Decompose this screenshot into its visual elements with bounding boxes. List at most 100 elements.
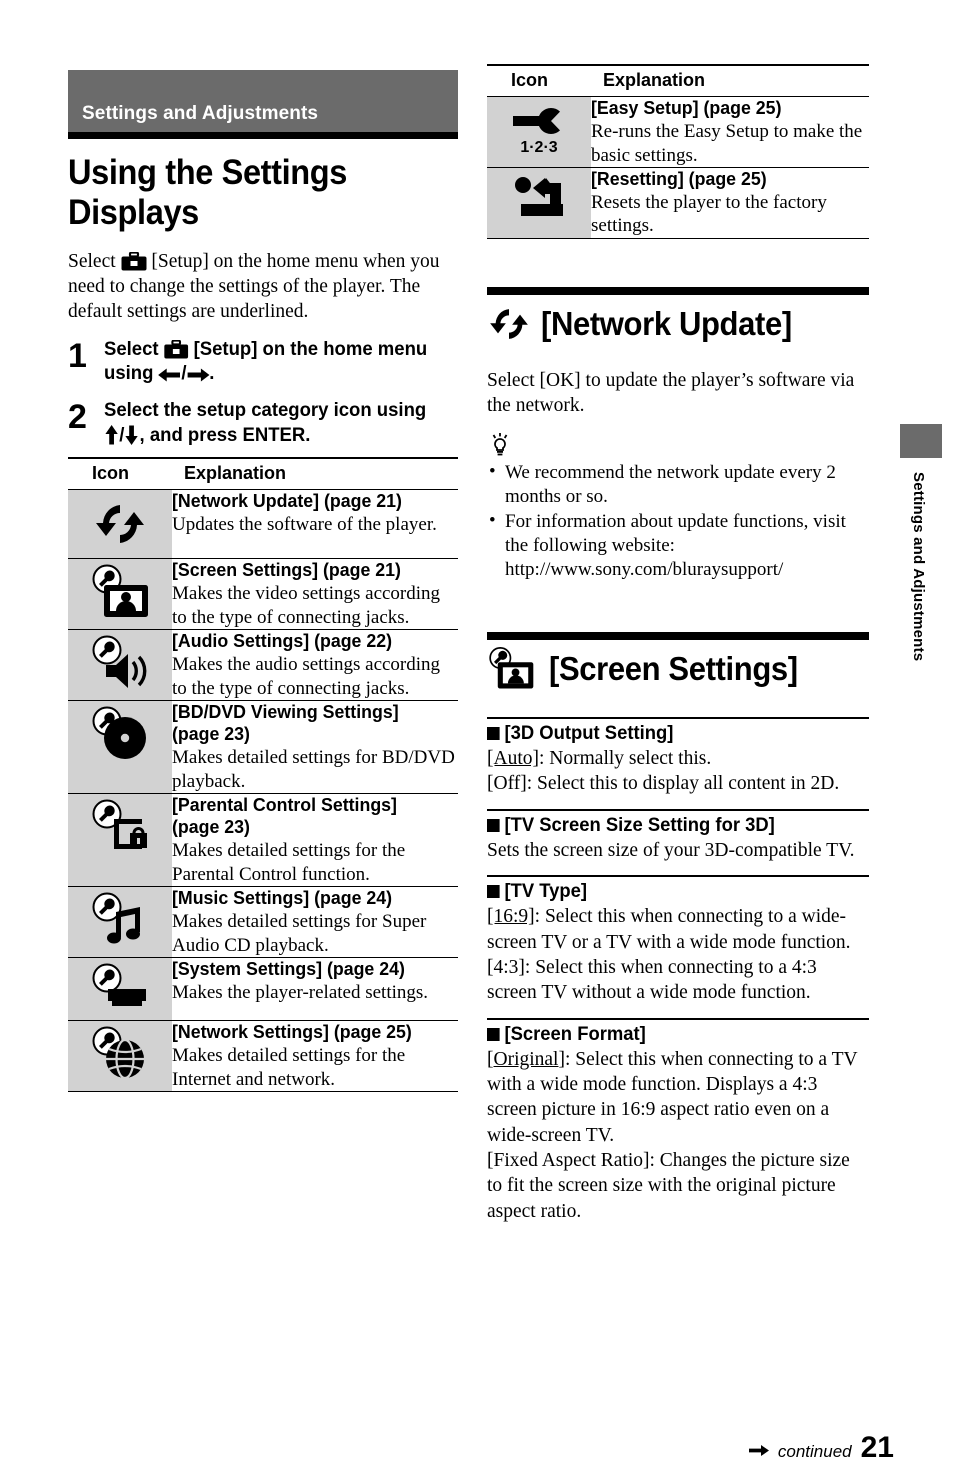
table-cell-explanation: [Screen Settings] (page 21) Makes the vi… — [172, 558, 458, 630]
chapter-banner: Settings and Adjustments — [68, 70, 458, 132]
table-cell-explanation: [Network Settings] (page 25) Makes detai… — [172, 1020, 458, 1092]
chapter-rule — [68, 132, 458, 139]
subsection-heading: [TV Type] — [487, 881, 858, 903]
tip-url: http://www.sony.com/bluraysupport/ — [505, 559, 784, 580]
page-footer: continued 21 — [748, 1431, 894, 1465]
page-number: 21 — [860, 1431, 894, 1464]
row-title: [Music Settings] (page 24) — [172, 887, 393, 909]
screen-settings-icon — [487, 647, 539, 691]
subsection-3d-output-setting: [3D Output Setting] [Auto]: Normally sel… — [487, 717, 869, 797]
table-cell-explanation: [Network Update] (page 21) Updates the s… — [172, 489, 458, 560]
easy-setup-icon: 1·2·3 — [487, 96, 591, 168]
column-header-icon: Icon — [487, 64, 591, 97]
arrow-right-icon — [187, 367, 210, 383]
subsection-tv-screen-size-setting-for-3d: [TV Screen Size Setting for 3D] Sets the… — [487, 808, 869, 863]
option-label: [Off] — [487, 773, 527, 795]
table-cell-explanation: [Resetting] (page 25) Resets the player … — [591, 167, 869, 239]
network-settings-icon — [68, 1020, 172, 1092]
bullet-square-icon — [487, 818, 500, 832]
subsection-title: [TV Type] — [504, 881, 588, 903]
parental-control-settings-icon — [68, 793, 172, 888]
setup-toolbox-icon — [121, 251, 147, 271]
section-rule — [487, 632, 869, 641]
network-update-section-heading: [Network Update] — [487, 286, 869, 346]
section-title: [Network Update] — [541, 304, 792, 342]
subsection-body: Sets the screen size of your 3D-compatib… — [487, 838, 869, 863]
row-description: Makes the video settings according to th… — [172, 583, 441, 628]
step-1-end: . — [209, 362, 215, 385]
table-cell-explanation: [BD/DVD Viewing Settings] (page 23) Make… — [172, 700, 458, 794]
row-title: [Audio Settings] (page 22) — [172, 629, 393, 651]
column-header-explanation: Explanation — [172, 457, 458, 491]
table-header-row: Icon Explanation — [487, 64, 869, 97]
step-2-number: 2 — [68, 397, 87, 436]
subsection-tv-type: [TV Type] [16:9] : Select this when conne… — [487, 875, 869, 1005]
tip-lightbulb-icon — [489, 432, 869, 459]
bd-dvd-viewing-settings-icon — [68, 700, 172, 794]
row-description: Re-runs the Easy Setup to make the basic… — [591, 121, 863, 166]
table-cell-explanation: [Audio Settings] (page 22) Makes the aud… — [172, 629, 458, 701]
step-1: 1 Select [Setup] on the home menu using … — [68, 337, 458, 386]
tip-item: We recommend the network update every 2 … — [487, 459, 869, 509]
row-description: Makes detailed settings for the Parental… — [172, 840, 406, 885]
option-line: [4:3]: Select this when connecting to a … — [487, 955, 869, 1006]
option-text: Sets the screen size of your 3D-compatib… — [487, 839, 855, 861]
chapter-label: Settings and Adjustments — [82, 103, 319, 124]
network-update-icon — [487, 302, 531, 346]
row-description: Makes detailed settings for the Internet… — [172, 1045, 406, 1090]
settings-icon-table-left: Icon Explanation [Network Update] (page … — [68, 457, 458, 1092]
bullet-square-icon — [487, 727, 500, 741]
system-settings-icon — [68, 957, 172, 1021]
table-header-row: Icon Explanation — [68, 457, 458, 491]
step-2: 2 Select the setup category icon using /… — [68, 398, 458, 447]
bullet-square-icon — [487, 885, 500, 899]
table-cell-explanation: [System Settings] (page 24) Makes the pl… — [172, 957, 458, 1021]
option-line: [Off]: Select this to display all conten… — [487, 771, 869, 796]
table-row: 1·2·3 [Easy Setup] (page 25) Re-runs the… — [487, 96, 869, 168]
column-header-explanation: Explanation — [591, 64, 869, 97]
tip-item: For information about update functions, … — [487, 509, 869, 582]
continued-arrow-icon — [748, 1444, 769, 1457]
row-description: Makes the audio settings according to th… — [172, 654, 441, 699]
section-rule — [487, 286, 869, 295]
table-row: [BD/DVD Viewing Settings] (page 23) Make… — [68, 700, 458, 794]
subsection-title: [TV Screen Size Setting for 3D] — [504, 814, 775, 836]
screen-settings-section-heading: [Screen Settings] — [487, 632, 869, 691]
column-header-icon: Icon — [68, 457, 172, 491]
network-update-icon — [68, 489, 172, 560]
step-2-before: Select the setup category icon using — [104, 398, 427, 421]
intro-paragraph: Select [Setup] on the home menu when you… — [68, 249, 458, 325]
option-text: : Select this to display all content in … — [526, 773, 840, 795]
step-2-end: , and press ENTER. — [139, 423, 311, 446]
table-cell-explanation: [Parental Control Settings] (page 23) Ma… — [172, 793, 458, 888]
audio-settings-icon — [68, 629, 172, 701]
tip-text: For information about update functions, … — [505, 510, 846, 556]
option-text: : Select this when connecting to a 4:3 s… — [487, 956, 817, 1004]
subsection-heading: [Screen Format] — [487, 1024, 858, 1046]
arrow-left-icon — [158, 367, 182, 383]
manual-page: Settings and Adjustments Using the Setti… — [0, 0, 954, 1483]
resetting-icon — [487, 167, 591, 239]
row-title: [Parental Control Settings] (page 23) — [172, 793, 397, 838]
music-settings-icon — [68, 886, 172, 958]
option-text: : Normally select this. — [539, 748, 712, 770]
option-label: [Auto] — [487, 748, 539, 770]
row-title: [Resetting] (page 25) — [591, 167, 767, 189]
table-row: [Audio Settings] (page 22) Makes the aud… — [68, 629, 458, 701]
row-description: Resets the player to the factory setting… — [591, 192, 827, 237]
option-line: [Fixed Aspect Ratio]: Changes the pictur… — [487, 1148, 869, 1224]
option-line: [Original]: Select this when connecting … — [487, 1047, 869, 1148]
row-title: [Network Settings] (page 25) — [172, 1020, 412, 1042]
subsection-body: [Original]: Select this when connecting … — [487, 1047, 869, 1224]
option-label: [16:9] — [487, 906, 535, 928]
row-description: Makes detailed settings for BD/DVD playb… — [172, 747, 455, 792]
row-description: Makes detailed settings for Super Audio … — [172, 911, 427, 956]
row-title: [Easy Setup] (page 25) — [591, 97, 782, 118]
side-chapter-tab: Settings and Adjustments — [900, 424, 944, 661]
step-1-text: Select [Setup] on the home menu using / … — [104, 337, 440, 386]
page-title: Using the Settings Displays — [68, 153, 348, 232]
row-title: [BD/DVD Viewing Settings] (page 23) — [172, 700, 399, 745]
table-row: [Network Update] (page 21) Updates the s… — [68, 489, 458, 560]
table-cell-explanation: [Easy Setup] (page 25) Re-runs the Easy … — [591, 96, 869, 168]
arrow-down-icon — [124, 425, 139, 445]
